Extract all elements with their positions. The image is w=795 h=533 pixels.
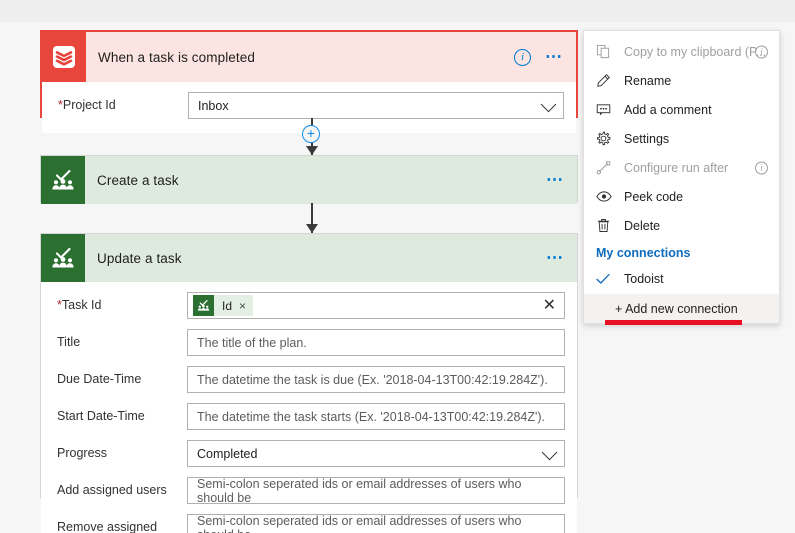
- add-assigned-users-input[interactable]: Semi-colon seperated ids or email addres…: [187, 476, 565, 505]
- action-card-update-a-task[interactable]: Update a task ⋯ *Task Id Id × ✕ Title Th…: [40, 233, 578, 533]
- field-label-start-date-time: Start Date-Time: [57, 409, 145, 423]
- field-label-task-id: *Task Id: [57, 298, 102, 312]
- menu-section-my-connections: My connections: [596, 246, 691, 260]
- connection-label: Todoist: [624, 272, 664, 286]
- title-placeholder: The title of the plan.: [197, 335, 307, 350]
- add-new-connection-button[interactable]: + Add new connection: [584, 293, 779, 323]
- create-task-header[interactable]: Create a task ⋯: [41, 156, 577, 204]
- trigger-header-actions: i ⋯: [514, 32, 564, 82]
- action-card-create-a-task[interactable]: Create a task ⋯: [40, 155, 578, 204]
- todoist-icon: [42, 32, 86, 82]
- menu-item-label: Copy to my clipboard (P...: [624, 44, 767, 59]
- update-task-card-body: *Task Id Id × ✕ Title The title of the p…: [41, 282, 577, 533]
- field-row-task-id: *Task Id Id × ✕: [57, 292, 565, 319]
- menu-connection-todoist[interactable]: Todoist: [584, 265, 779, 293]
- start-date-time-input[interactable]: The datetime the task starts (Ex. '2018-…: [187, 403, 565, 430]
- project-id-value: Inbox: [198, 98, 229, 113]
- pencil-icon: [596, 73, 616, 88]
- gear-icon: [596, 131, 616, 146]
- menu-item-delete[interactable]: Delete: [584, 211, 779, 240]
- progress-dropdown[interactable]: Completed: [187, 440, 565, 467]
- check-icon: [596, 273, 616, 285]
- planner-icon: [193, 295, 214, 316]
- annotation-underline: [605, 320, 742, 325]
- field-row-due-date-time: Due Date-Time The datetime the task is d…: [57, 366, 565, 393]
- eye-icon: [596, 189, 616, 204]
- field-row-add-assigned-users: Add assigned users Semi-colon seperated …: [57, 476, 565, 505]
- trigger-card-title: When a task is completed: [98, 49, 255, 65]
- trigger-card[interactable]: When a task is completed i ⋯ *Project Id…: [40, 30, 578, 133]
- flow-designer-canvas: When a task is completed i ⋯ *Project Id…: [0, 0, 795, 533]
- trash-icon: [596, 218, 616, 233]
- menu-item-label: Peek code: [624, 189, 684, 204]
- field-row-remove-assigned-users: Remove assigned users Semi-colon seperat…: [57, 514, 565, 533]
- menu-item-label: Configure run after: [624, 160, 729, 175]
- update-task-header[interactable]: Update a task ⋯: [41, 234, 577, 282]
- chevron-down-icon: [540, 96, 557, 112]
- update-task-header-actions: ⋯: [546, 234, 565, 282]
- create-task-header-actions: ⋯: [546, 156, 565, 204]
- menu-item-configure-run-after[interactable]: Configure run after i: [584, 153, 779, 182]
- dynamic-content-token[interactable]: Id ×: [193, 295, 254, 316]
- info-icon[interactable]: i: [514, 48, 531, 66]
- ellipsis-icon[interactable]: ⋯: [546, 171, 565, 188]
- menu-item-copy-to-my-clipboard[interactable]: Copy to my clipboard (P... i: [584, 37, 779, 66]
- field-row-project-id: *Project Id Inbox: [58, 92, 564, 119]
- progress-value: Completed: [197, 446, 258, 461]
- run-after-icon: [596, 160, 616, 175]
- info-icon[interactable]: i: [755, 161, 768, 174]
- title-input[interactable]: The title of the plan.: [187, 329, 565, 356]
- copy-icon: [596, 44, 616, 59]
- field-row-title: Title The title of the plan.: [57, 329, 565, 356]
- add-assigned-users-placeholder: Semi-colon seperated ids or email addres…: [197, 476, 522, 505]
- menu-item-rename[interactable]: Rename: [584, 66, 779, 95]
- planner-icon: [41, 156, 85, 204]
- task-id-input[interactable]: Id × ✕: [187, 292, 565, 319]
- project-id-dropdown[interactable]: Inbox: [188, 92, 564, 119]
- context-menu: Copy to my clipboard (P... i Rename Add …: [583, 30, 780, 324]
- token-remove-icon[interactable]: ×: [239, 299, 253, 313]
- remove-assigned-users-input[interactable]: Semi-colon seperated ids or email addres…: [187, 514, 565, 533]
- start-date-time-placeholder: The datetime the task starts (Ex. '2018-…: [197, 409, 546, 424]
- top-band: [0, 0, 795, 22]
- field-label-add-assigned-users: Add assigned users: [57, 483, 167, 497]
- menu-item-label: Settings: [624, 131, 670, 146]
- field-label-project-id: *Project Id: [58, 98, 116, 112]
- menu-item-label: Add a comment: [624, 102, 712, 117]
- chevron-down-icon: [541, 444, 558, 460]
- create-task-title: Create a task: [97, 172, 179, 188]
- info-icon[interactable]: i: [755, 45, 768, 58]
- field-row-start-date-time: Start Date-Time The datetime the task st…: [57, 403, 565, 430]
- field-label-title: Title: [57, 335, 81, 349]
- due-date-time-input[interactable]: The datetime the task is due (Ex. '2018-…: [187, 366, 565, 393]
- due-date-time-placeholder: The datetime the task is due (Ex. '2018-…: [197, 372, 548, 387]
- field-label-progress: Progress: [57, 446, 108, 460]
- arrow-head-icon: [306, 146, 318, 155]
- remove-assigned-users-placeholder: Semi-colon seperated ids or email addres…: [197, 513, 522, 533]
- menu-item-settings[interactable]: Settings: [584, 124, 779, 153]
- update-task-title: Update a task: [97, 250, 182, 266]
- field-row-progress: Progress Completed: [57, 440, 565, 467]
- comment-icon: [596, 102, 616, 117]
- arrow-head-icon: [306, 224, 318, 233]
- ellipsis-icon[interactable]: ⋯: [545, 48, 564, 65]
- menu-item-label: Rename: [624, 73, 672, 88]
- clear-icon[interactable]: ✕: [543, 297, 556, 314]
- planner-icon: [41, 234, 85, 282]
- field-label-due-date-time: Due Date-Time: [57, 372, 142, 386]
- menu-item-label: Delete: [624, 218, 661, 233]
- trigger-card-header[interactable]: When a task is completed i ⋯: [42, 32, 576, 82]
- token-label: Id: [222, 298, 233, 313]
- ellipsis-icon[interactable]: ⋯: [546, 249, 565, 266]
- menu-item-add-a-comment[interactable]: Add a comment: [584, 95, 779, 124]
- menu-item-peek-code[interactable]: Peek code: [584, 182, 779, 211]
- field-label-remove-assigned-users: Remove assigned users: [57, 520, 158, 533]
- add-step-button[interactable]: +: [302, 125, 320, 143]
